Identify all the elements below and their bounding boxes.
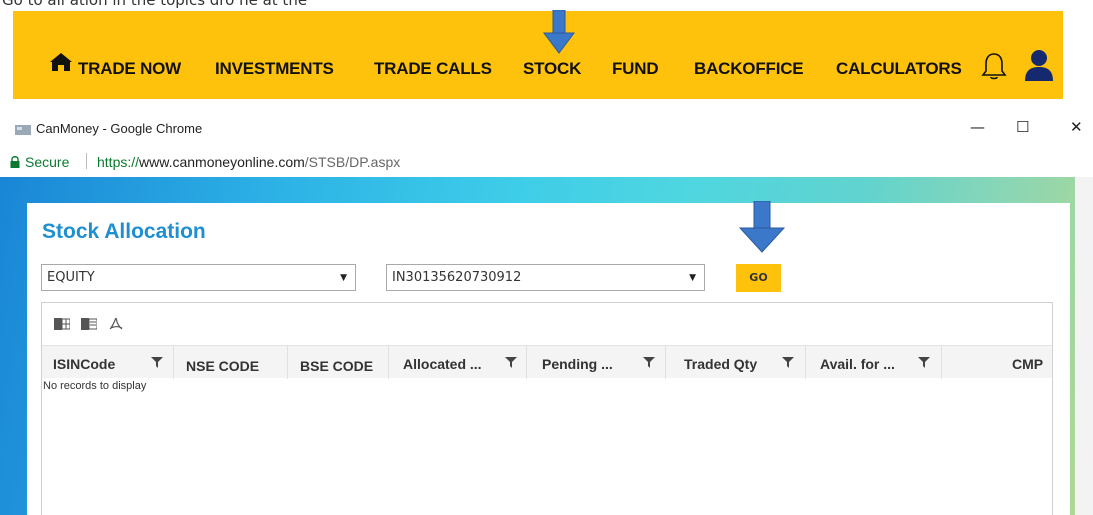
window-title: CanMoney - Google Chrome [36,121,203,136]
maximize-button[interactable]: ☐ [1016,118,1029,136]
main-navbar: TRADE NOW INVESTMENTS TRADE CALLS STOCK … [13,11,1063,99]
account-select[interactable]: IN30135620730912 ▼ [386,264,705,291]
column-header-cmp[interactable]: CMP [942,346,1052,379]
column-label: BSE CODE [300,358,374,374]
close-button[interactable]: ✕ [1070,118,1083,136]
url-host: www.canmoneyonline.com [139,154,305,170]
user-icon[interactable] [1024,49,1054,81]
scrollbar[interactable] [1075,177,1093,515]
pdf-export-icon[interactable] [108,317,124,331]
url-protocol: https:// [97,154,140,170]
app-icon [15,125,31,135]
lock-icon [10,156,20,168]
nav-trade-now[interactable]: TRADE NOW [78,59,181,79]
word-export-icon[interactable] [81,317,97,331]
column-label: CMP [1012,356,1044,372]
bell-icon[interactable] [979,51,1009,81]
grid-toolbar [42,303,1052,345]
filter-icon[interactable] [782,357,794,368]
chevron-down-icon: ▼ [689,273,696,283]
pointer-arrow-go [739,201,785,253]
secure-label: Secure [25,154,70,170]
stock-grid: ISINCode NSE CODE BSE CODE Allocated ...… [41,302,1053,515]
grid-header: ISINCode NSE CODE BSE CODE Allocated ...… [42,345,1052,379]
column-label: Traded Qty [684,356,758,372]
column-label: ISINCode [53,356,116,372]
filter-icon[interactable] [151,357,163,368]
column-header-avail-for[interactable]: Avail. for ... [806,346,942,379]
column-header-bse-code[interactable]: BSE CODE [288,346,389,379]
empty-grid-message: No records to display [43,380,147,392]
top-caption: Go to all ation in the topics dro ne at … [2,0,308,9]
nav-fund[interactable]: FUND [612,59,659,79]
nav-backoffice[interactable]: BACKOFFICE [694,59,804,79]
browser-title-bar: CanMoney - Google Chrome — ☐ ✕ [0,110,1093,146]
column-header-nse-code[interactable]: NSE CODE [174,346,288,379]
nav-stock[interactable]: STOCK [523,59,581,79]
nav-investments[interactable]: INVESTMENTS [215,59,334,79]
column-label: Allocated ... [403,356,482,372]
pointer-arrow-stock [543,10,575,54]
category-select-value: EQUITY [47,270,95,285]
go-button[interactable]: GO [736,264,781,292]
filter-icon[interactable] [505,357,517,368]
column-label: Avail. for ... [820,356,895,372]
excel-export-icon[interactable] [54,317,70,331]
home-icon[interactable] [49,52,73,72]
column-header-allocated[interactable]: Allocated ... [389,346,527,379]
chevron-down-icon: ▼ [340,273,347,283]
column-label: NSE CODE [186,358,260,374]
filter-icon[interactable] [643,357,655,368]
stock-allocation-panel: Stock Allocation EQUITY ▼ IN301356207309… [27,203,1070,515]
column-label: Pending ... [542,356,613,372]
category-select[interactable]: EQUITY ▼ [41,264,356,291]
account-select-value: IN30135620730912 [392,270,522,285]
nav-trade-calls[interactable]: TRADE CALLS [374,59,492,79]
column-header-traded-qty[interactable]: Traded Qty [666,346,806,379]
minimize-button[interactable]: — [970,118,985,136]
column-header-pending[interactable]: Pending ... [527,346,666,379]
url-text[interactable]: https://www.canmoneyonline.com/STSB/DP.a… [97,154,400,170]
page-title: Stock Allocation [42,220,206,243]
column-header-isincode[interactable]: ISINCode [42,346,174,379]
filter-icon[interactable] [918,357,930,368]
nav-calculators[interactable]: CALCULATORS [836,59,962,79]
address-separator [86,153,87,169]
address-bar[interactable]: Secure https://www.canmoneyonline.com/ST… [0,150,1093,174]
url-path: /STSB/DP.aspx [304,154,401,170]
